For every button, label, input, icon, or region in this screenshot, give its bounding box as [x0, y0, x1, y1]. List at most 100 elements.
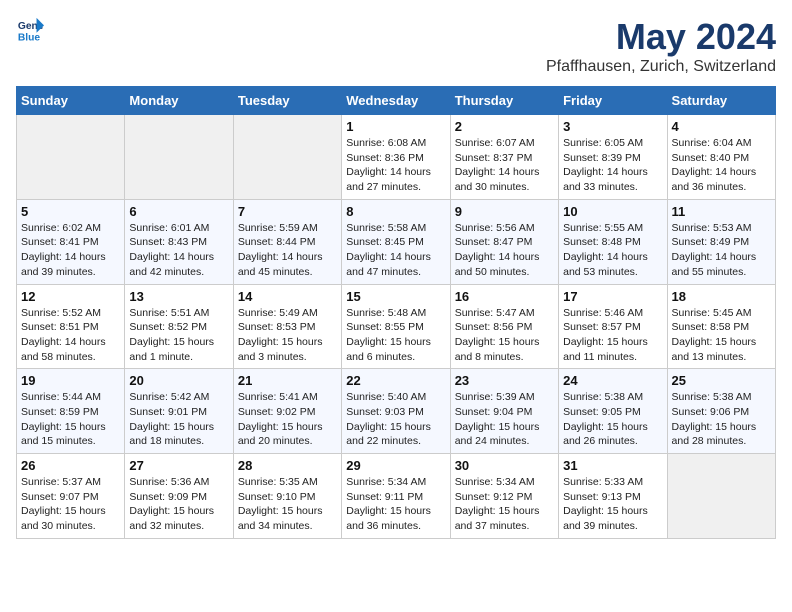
day-number: 9 [455, 204, 554, 219]
day-number: 31 [563, 458, 662, 473]
calendar-cell: 23Sunrise: 5:39 AM Sunset: 9:04 PM Dayli… [450, 369, 558, 454]
day-number: 4 [672, 119, 771, 134]
day-number: 14 [238, 289, 337, 304]
day-info: Sunrise: 5:56 AM Sunset: 8:47 PM Dayligh… [455, 221, 554, 280]
calendar-cell: 26 Sunrise: 5:37 AM Sunset: 9:07 PM Dayli… [17, 454, 125, 539]
day-info: Sunrise: 5:48 AM Sunset: 8:55 PM Dayligh… [346, 306, 445, 365]
day-info: Sunrise: 5:46 AM Sunset: 8:57 PM Dayligh… [563, 306, 662, 365]
calendar-cell: 16Sunrise: 5:47 AM Sunset: 8:56 PM Dayli… [450, 284, 558, 369]
day-info: Sunrise: 5:52 AM Sunset: 8:51 PM Dayligh… [21, 306, 120, 365]
calendar-week-1: 1 Sunrise: 6:08 AM Sunset: 8:36 PM Daylig… [17, 115, 776, 200]
calendar-cell: 13 Sunrise: 5:51 AM Sunset: 8:52 PM Dayli… [125, 284, 233, 369]
day-info: Sunrise: 5:42 AM Sunset: 9:01 PM Dayligh… [129, 390, 228, 449]
calendar-cell: 12 Sunrise: 5:52 AM Sunset: 8:51 PM Dayli… [17, 284, 125, 369]
calendar-cell [233, 115, 341, 200]
day-number: 27 [129, 458, 228, 473]
day-number: 13 [129, 289, 228, 304]
day-info: Sunrise: 5:36 AM Sunset: 9:09 PM Dayligh… [129, 475, 228, 534]
day-number: 2 [455, 119, 554, 134]
day-info: Sunrise: 5:37 AM Sunset: 9:07 PM Dayligh… [21, 475, 120, 534]
day-header-sunday: Sunday [17, 87, 125, 115]
day-number: 12 [21, 289, 120, 304]
calendar-cell: 20 Sunrise: 5:42 AM Sunset: 9:01 PM Dayli… [125, 369, 233, 454]
day-header-friday: Friday [559, 87, 667, 115]
calendar-cell: 18Sunrise: 5:45 AM Sunset: 8:58 PM Dayli… [667, 284, 775, 369]
day-info: Sunrise: 5:53 AM Sunset: 8:49 PM Dayligh… [672, 221, 771, 280]
day-number: 8 [346, 204, 445, 219]
day-number: 10 [563, 204, 662, 219]
calendar-cell: 11 Sunrise: 5:53 AM Sunset: 8:49 PM Dayli… [667, 199, 775, 284]
calendar-cell: 14 Sunrise: 5:49 AM Sunset: 8:53 PM Dayli… [233, 284, 341, 369]
calendar-header-row: SundayMondayTuesdayWednesdayThursdayFrid… [17, 87, 776, 115]
calendar-table: SundayMondayTuesdayWednesdayThursdayFrid… [16, 86, 776, 539]
day-number: 16 [455, 289, 554, 304]
calendar-cell: 30 Sunrise: 5:34 AM Sunset: 9:12 PM Dayli… [450, 454, 558, 539]
calendar-week-2: 5 Sunrise: 6:02 AM Sunset: 8:41 PM Daylig… [17, 199, 776, 284]
day-info: Sunrise: 5:55 AM Sunset: 8:48 PM Dayligh… [563, 221, 662, 280]
day-info: Sunrise: 5:34 AM Sunset: 9:11 PM Dayligh… [346, 475, 445, 534]
page-header: General Blue May 2024 Pfaffhausen, Zuric… [16, 16, 776, 76]
svg-text:Blue: Blue [18, 32, 41, 43]
calendar-cell [125, 115, 233, 200]
day-info: Sunrise: 5:35 AM Sunset: 9:10 PM Dayligh… [238, 475, 337, 534]
day-info: Sunrise: 6:08 AM Sunset: 8:36 PM Dayligh… [346, 136, 445, 195]
calendar-cell: 27 Sunrise: 5:36 AM Sunset: 9:09 PM Dayli… [125, 454, 233, 539]
day-info: Sunrise: 5:40 AM Sunset: 9:03 PM Dayligh… [346, 390, 445, 449]
calendar-cell: 24 Sunrise: 5:38 AM Sunset: 9:05 PM Dayli… [559, 369, 667, 454]
day-number: 19 [21, 373, 120, 388]
calendar-cell: 4 Sunrise: 6:04 AM Sunset: 8:40 PM Daylig… [667, 115, 775, 200]
day-number: 24 [563, 373, 662, 388]
day-number: 5 [21, 204, 120, 219]
calendar-week-3: 12 Sunrise: 5:52 AM Sunset: 8:51 PM Dayli… [17, 284, 776, 369]
logo: General Blue [16, 16, 44, 44]
calendar-cell: 6 Sunrise: 6:01 AM Sunset: 8:43 PM Daylig… [125, 199, 233, 284]
day-info: Sunrise: 5:59 AM Sunset: 8:44 PM Dayligh… [238, 221, 337, 280]
day-number: 20 [129, 373, 228, 388]
calendar-cell: 7 Sunrise: 5:59 AM Sunset: 8:44 PM Daylig… [233, 199, 341, 284]
main-title: May 2024 [546, 16, 776, 58]
day-info: Sunrise: 5:51 AM Sunset: 8:52 PM Dayligh… [129, 306, 228, 365]
day-header-thursday: Thursday [450, 87, 558, 115]
calendar-cell: 28Sunrise: 5:35 AM Sunset: 9:10 PM Dayli… [233, 454, 341, 539]
day-number: 21 [238, 373, 337, 388]
calendar-cell: 5 Sunrise: 6:02 AM Sunset: 8:41 PM Daylig… [17, 199, 125, 284]
calendar-cell: 10 Sunrise: 5:55 AM Sunset: 8:48 PM Dayli… [559, 199, 667, 284]
calendar-cell: 22Sunrise: 5:40 AM Sunset: 9:03 PM Dayli… [342, 369, 450, 454]
day-info: Sunrise: 5:41 AM Sunset: 9:02 PM Dayligh… [238, 390, 337, 449]
day-info: Sunrise: 5:38 AM Sunset: 9:05 PM Dayligh… [563, 390, 662, 449]
day-number: 6 [129, 204, 228, 219]
calendar-week-4: 19Sunrise: 5:44 AM Sunset: 8:59 PM Dayli… [17, 369, 776, 454]
calendar-cell [667, 454, 775, 539]
day-number: 25 [672, 373, 771, 388]
day-header-saturday: Saturday [667, 87, 775, 115]
day-number: 30 [455, 458, 554, 473]
day-number: 26 [21, 458, 120, 473]
day-info: Sunrise: 6:04 AM Sunset: 8:40 PM Dayligh… [672, 136, 771, 195]
calendar-cell: 1 Sunrise: 6:08 AM Sunset: 8:36 PM Daylig… [342, 115, 450, 200]
calendar-cell: 3 Sunrise: 6:05 AM Sunset: 8:39 PM Daylig… [559, 115, 667, 200]
day-number: 7 [238, 204, 337, 219]
day-info: Sunrise: 6:02 AM Sunset: 8:41 PM Dayligh… [21, 221, 120, 280]
calendar-cell: 31 Sunrise: 5:33 AM Sunset: 9:13 PM Dayli… [559, 454, 667, 539]
calendar-cell: 21 Sunrise: 5:41 AM Sunset: 9:02 PM Dayli… [233, 369, 341, 454]
day-info: Sunrise: 5:34 AM Sunset: 9:12 PM Dayligh… [455, 475, 554, 534]
day-info: Sunrise: 6:05 AM Sunset: 8:39 PM Dayligh… [563, 136, 662, 195]
day-info: Sunrise: 5:49 AM Sunset: 8:53 PM Dayligh… [238, 306, 337, 365]
calendar-cell: 17 Sunrise: 5:46 AM Sunset: 8:57 PM Dayli… [559, 284, 667, 369]
day-number: 17 [563, 289, 662, 304]
day-number: 15 [346, 289, 445, 304]
day-info: Sunrise: 5:33 AM Sunset: 9:13 PM Dayligh… [563, 475, 662, 534]
title-block: May 2024 Pfaffhausen, Zurich, Switzerlan… [546, 16, 776, 76]
calendar-cell [17, 115, 125, 200]
day-number: 3 [563, 119, 662, 134]
subtitle: Pfaffhausen, Zurich, Switzerland [546, 58, 776, 76]
day-info: Sunrise: 5:38 AM Sunset: 9:06 PM Dayligh… [672, 390, 771, 449]
calendar-cell: 19Sunrise: 5:44 AM Sunset: 8:59 PM Dayli… [17, 369, 125, 454]
day-number: 11 [672, 204, 771, 219]
day-number: 1 [346, 119, 445, 134]
day-number: 29 [346, 458, 445, 473]
day-info: Sunrise: 6:01 AM Sunset: 8:43 PM Dayligh… [129, 221, 228, 280]
day-header-tuesday: Tuesday [233, 87, 341, 115]
calendar-cell: 15 Sunrise: 5:48 AM Sunset: 8:55 PM Dayli… [342, 284, 450, 369]
day-info: Sunrise: 5:58 AM Sunset: 8:45 PM Dayligh… [346, 221, 445, 280]
